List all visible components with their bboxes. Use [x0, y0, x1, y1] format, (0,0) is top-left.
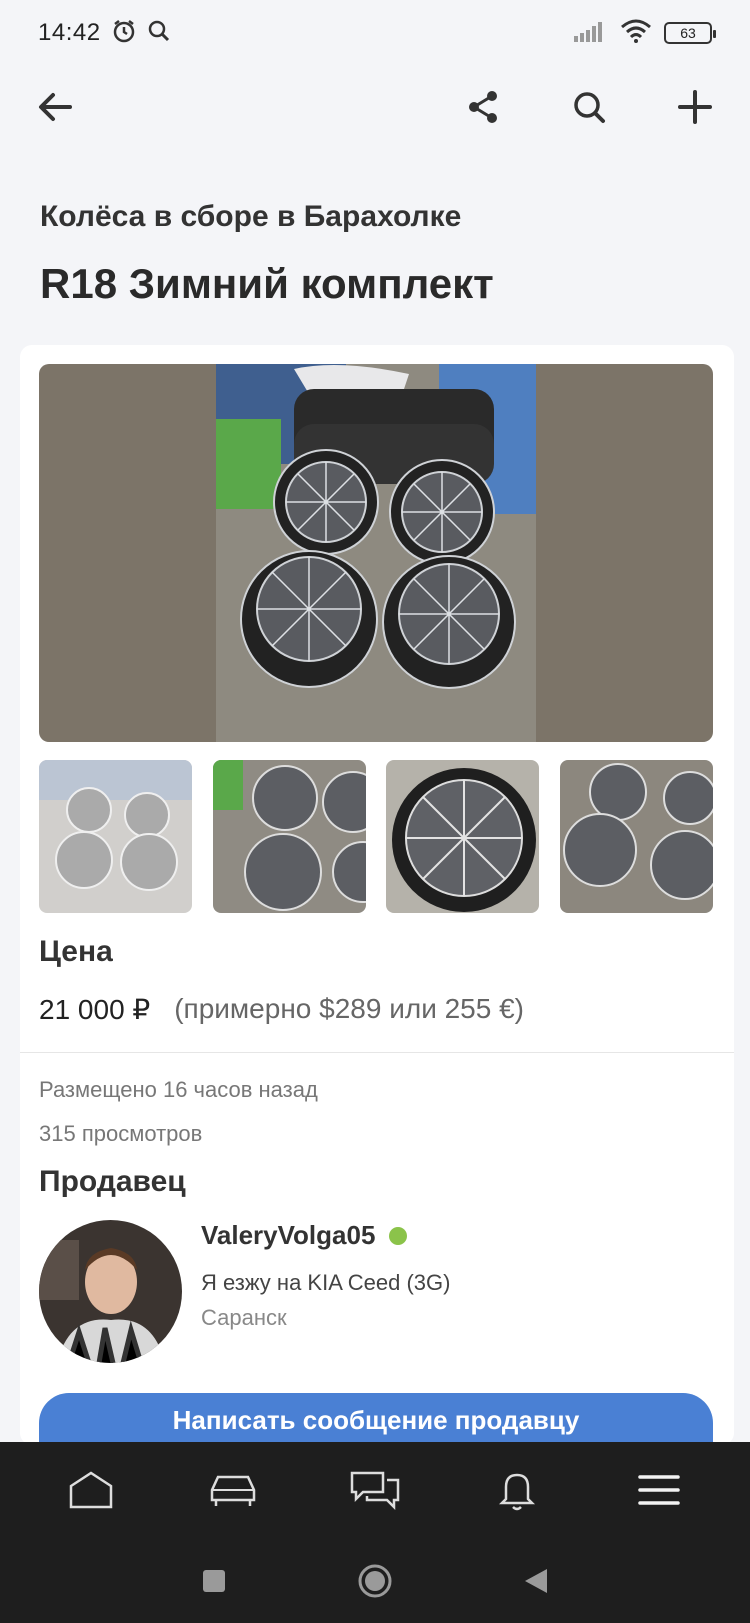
price-value: 21 000 ₽ — [39, 994, 151, 1025]
plus-icon — [678, 90, 712, 124]
home-icon — [69, 1471, 113, 1509]
recents-icon[interactable] — [201, 1568, 227, 1594]
online-indicator — [389, 1226, 408, 1245]
nav-garage[interactable] — [198, 1460, 268, 1520]
seller-car[interactable]: Я езжу на KIA Ceed (3G) — [201, 1270, 450, 1296]
battery-icon: 63 — [664, 22, 716, 44]
search-button[interactable] — [562, 80, 616, 134]
seller-name-row: ValeryVolga05 — [201, 1220, 408, 1251]
home-circle-icon[interactable] — [357, 1563, 393, 1599]
seller-name[interactable]: ValeryVolga05 — [201, 1220, 375, 1251]
app-bar — [0, 70, 750, 144]
messages-icon — [350, 1471, 400, 1510]
add-button[interactable] — [668, 80, 722, 134]
price-row: 21 000 ₽ (примерно $289 или 255 €) — [39, 993, 524, 1026]
posted-time: Размещено 16 часов назад — [39, 1077, 318, 1102]
nav-messages[interactable] — [340, 1460, 410, 1520]
status-bar: 14:42 63 — [0, 0, 750, 66]
share-icon — [469, 91, 497, 123]
battery-level: 63 — [680, 25, 696, 41]
system-nav — [0, 1538, 750, 1623]
bottom-nav — [0, 1442, 750, 1538]
alarm-icon — [111, 18, 137, 49]
price-label: Цена — [39, 935, 113, 968]
search-icon — [574, 92, 605, 123]
listing-card: Цена 21 000 ₽ (примерно $289 или 255 €) … — [20, 345, 734, 1453]
share-button[interactable] — [456, 80, 510, 134]
views-count: 315 просмотров — [39, 1121, 203, 1146]
avatar[interactable] — [39, 1220, 182, 1363]
menu-icon — [638, 1475, 680, 1505]
car-icon — [210, 1475, 256, 1506]
seller-label: Продавец — [39, 1165, 186, 1198]
thumbnail[interactable] — [212, 760, 366, 913]
status-time: 14:42 — [38, 19, 101, 46]
thumbnail[interactable] — [559, 760, 713, 913]
back-triangle-icon[interactable] — [523, 1567, 549, 1595]
price-approx: (примерно $289 или 255 €) — [174, 993, 525, 1024]
signal-icon — [574, 20, 608, 47]
nav-notifications[interactable] — [482, 1460, 552, 1520]
main-photo[interactable] — [39, 364, 713, 742]
listing-title: R18 Зимний комплект — [40, 260, 494, 307]
photo-thumbnails — [39, 760, 713, 913]
thumbnail[interactable] — [39, 760, 192, 913]
nav-menu[interactable] — [624, 1460, 694, 1520]
bell-icon — [498, 1473, 536, 1511]
thumbnail[interactable] — [386, 760, 540, 913]
seller-city: Саранск — [201, 1305, 287, 1330]
back-button[interactable] — [28, 80, 82, 134]
nav-home[interactable] — [56, 1460, 126, 1520]
search-icon — [147, 19, 171, 48]
wifi-icon — [620, 19, 652, 48]
divider — [20, 1052, 734, 1053]
listing-category[interactable]: Колёса в сборе в Барахолке — [40, 200, 461, 234]
arrow-left-icon — [39, 93, 72, 121]
